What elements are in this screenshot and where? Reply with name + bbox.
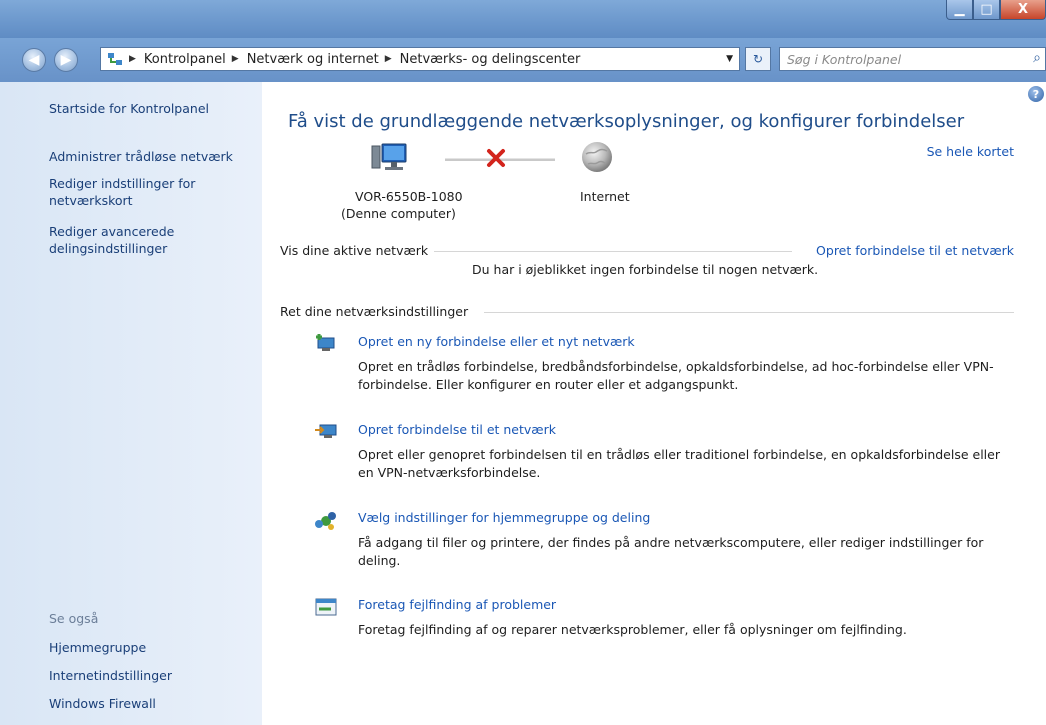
refresh-icon: ↻ [752,52,764,66]
computer-icon[interactable] [370,142,408,179]
new-connection-icon[interactable] [314,333,338,356]
forward-arrow-icon: ▶ [60,52,72,68]
breadcrumb-separator-icon: ▶ [231,54,239,64]
minimize-button[interactable]: ▁ [946,0,973,20]
back-button[interactable]: ◀ [22,48,46,72]
breadcrumb-separator-icon: ▶ [129,54,136,64]
connect-network-icon[interactable] [314,421,338,444]
close-button[interactable]: X [1000,0,1046,20]
help-icon[interactable]: ? [1028,86,1044,102]
network-center-icon [107,51,123,67]
refresh-button[interactable]: ↻ [745,47,771,71]
breadcrumb-separator-icon: ▶ [384,54,392,64]
task-homegroup-link[interactable]: Vælg indstillinger for hjemmegruppe og d… [358,510,650,525]
breadcrumb-item-delingscenter[interactable]: Netværks- og delingscenter [400,52,581,67]
sidebar-home-link[interactable]: Startside for Kontrolpanel [49,100,249,117]
red-x-icon [486,148,506,171]
sidebar: Startside for Kontrolpanel Administrer t… [0,82,262,725]
task-connect-link[interactable]: Opret forbindelse til et netværk [358,422,556,437]
section-divider [432,251,792,252]
sidebar-link-sharing[interactable]: Rediger avancerede delingsindstillinger [49,223,219,257]
troubleshoot-icon[interactable] [314,597,338,622]
see-also-heading: Se også [49,611,99,626]
breadcrumb-item-netvaerk[interactable]: Netværk og internet [247,52,379,67]
forward-button[interactable]: ▶ [54,48,78,72]
no-connection-text: Du har i øjeblikket ingen forbindelse ti… [472,262,819,277]
address-bar: ◀ ▶ ▶ Kontrolpanel ▶ Netværk og internet… [0,38,1046,82]
task-troubleshoot-desc: Foretag fejlfinding af og reparer netvær… [358,622,907,637]
connect-network-link[interactable]: Opret forbindelse til et netværk [810,243,1014,258]
active-networks-heading: Vis dine aktive netværk [280,243,435,258]
sidebar-link-wireless[interactable]: Administrer trådløse netværk [49,148,249,165]
breadcrumb[interactable]: ▶ Kontrolpanel ▶ Netværk og internet ▶ N… [100,47,740,71]
dropdown-arrow-icon[interactable]: ▼ [726,54,733,64]
maximize-button[interactable]: □ [973,0,1000,20]
sidebar-link-adapter[interactable]: Rediger indstillinger for netværkskort [49,175,219,209]
sidebar-link-homegroup[interactable]: Hjemmegruppe [49,639,249,656]
main-content: ? Få vist de grundlæggende netværksoplys… [262,82,1046,725]
sidebar-link-firewall[interactable]: Windows Firewall [49,695,249,712]
search-input[interactable]: Søg i Kontrolpanel ⌕ [779,47,1046,71]
task-new-connection-link[interactable]: Opret en ny forbindelse eller et nyt net… [358,334,635,349]
breadcrumb-item-kontrolpanel[interactable]: Kontrolpanel [144,52,226,67]
task-connect-desc: Opret eller genopret forbindelsen til en… [358,447,1000,480]
homegroup-icon[interactable] [314,509,338,536]
task-homegroup-desc: Få adgang til filer og printere, der fin… [358,535,984,568]
computer-subtitle: (Denne computer) [341,206,456,221]
back-arrow-icon: ◀ [28,52,40,68]
sidebar-link-internet-options[interactable]: Internetindstillinger [49,667,249,684]
window-controls: ▁ □ X [946,0,1046,20]
computer-name: VOR-6550B-1080 [355,189,463,204]
settings-heading: Ret dine netværksindstillinger [280,304,475,319]
internet-label: Internet [580,189,630,204]
see-full-map-link[interactable]: Se hele kortet [927,144,1014,159]
task-new-connection-desc: Opret en trådløs forbindelse, bredbåndsf… [358,359,994,392]
task-troubleshoot-link[interactable]: Foretag fejlfinding af problemer [358,597,556,612]
search-placeholder: Søg i Kontrolpanel [787,51,902,67]
search-icon[interactable]: ⌕ [1033,50,1041,66]
section-divider [484,312,1014,313]
globe-icon[interactable] [580,140,614,177]
title-bar: ▁ □ X [0,0,1046,38]
page-title: Få vist de grundlæggende netværksoplysni… [288,111,965,132]
